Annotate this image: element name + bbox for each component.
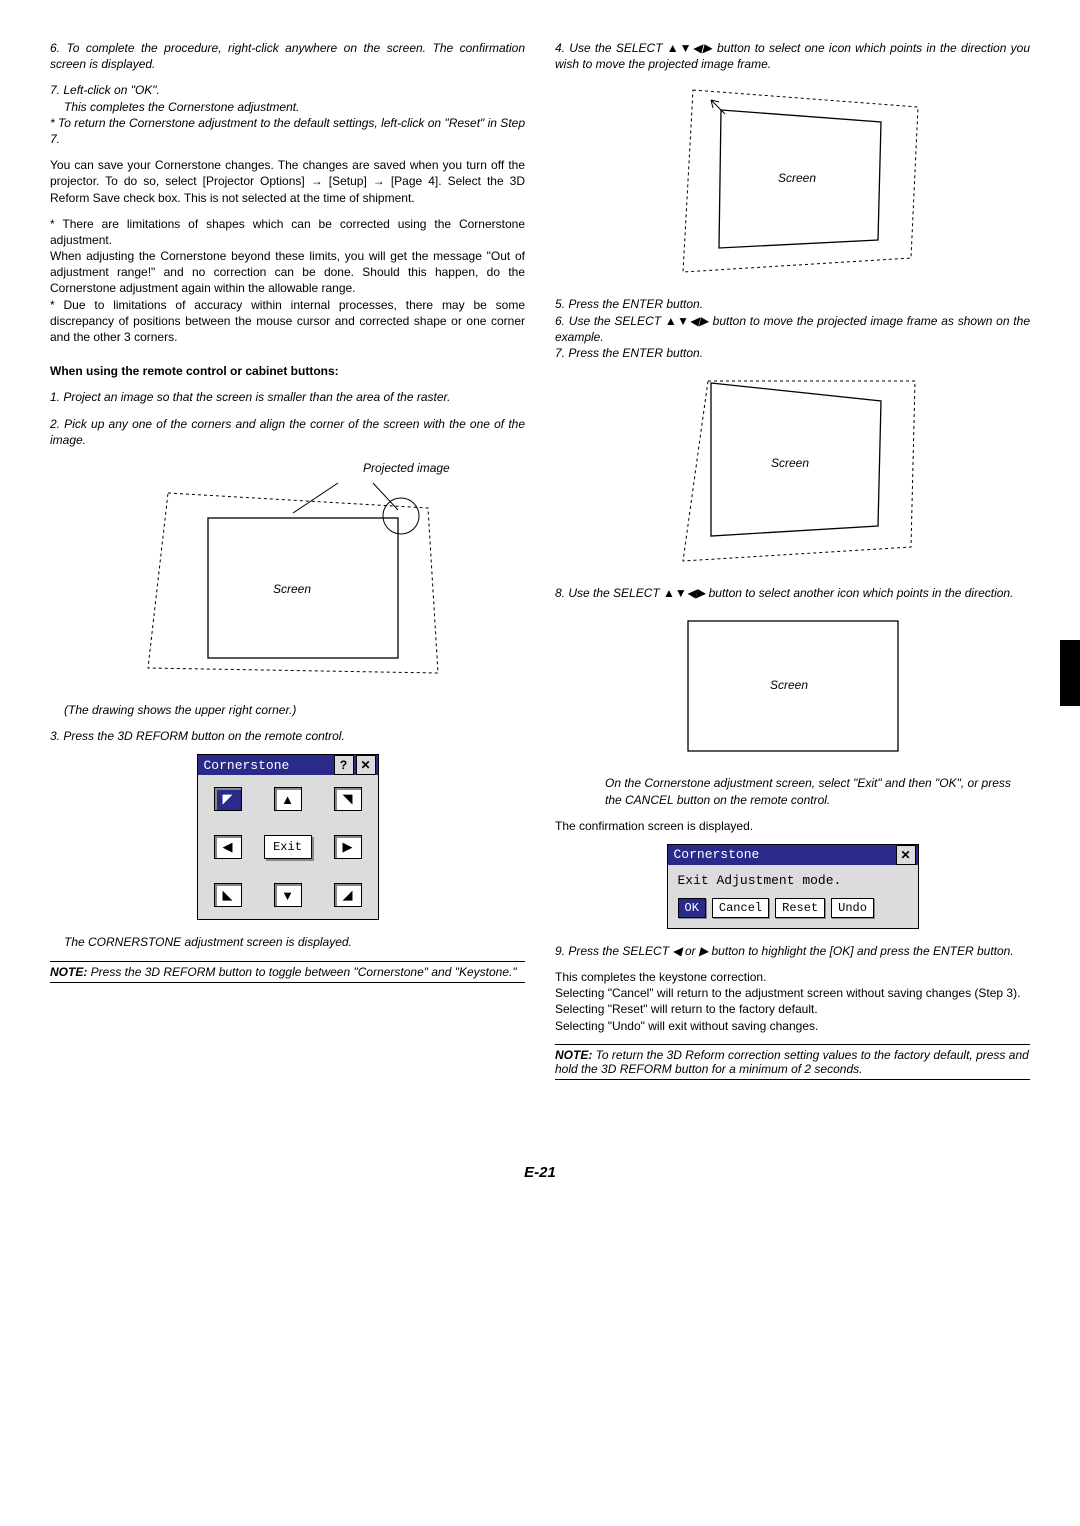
arrow-bottom[interactable]: ▼ <box>274 883 302 907</box>
remote-step-2: 2. Pick up any one of the corners and al… <box>50 416 525 448</box>
sel-undo: Selecting "Undo" will exit without savin… <box>555 1018 1030 1034</box>
osd-title-text: Cornerstone <box>198 756 334 775</box>
help-icon[interactable]: ? <box>334 755 354 775</box>
diagram-rect: Screen <box>555 611 1030 761</box>
screen-label: Screen <box>273 582 311 596</box>
remote-step-1: 1. Project an image so that the screen i… <box>50 389 525 405</box>
close-icon[interactable]: ✕ <box>356 755 376 775</box>
edge-tab <box>1060 640 1080 706</box>
arrow-top-right[interactable]: ◥ <box>334 787 362 811</box>
arrow-top-left[interactable]: ◤ <box>214 787 242 811</box>
step-6: 6. To complete the procedure, right-clic… <box>50 40 525 72</box>
arrow-left[interactable]: ◀ <box>214 835 242 859</box>
remote-step-3: 3. Press the 3D REFORM button on the rem… <box>50 728 525 744</box>
note-2-label: NOTE: <box>555 1048 592 1062</box>
step-9: 9. Press the SELECT ◀ or ▶ button to hig… <box>555 943 1030 959</box>
screen-label-r3: Screen <box>770 678 808 692</box>
drawing-caption: (The drawing shows the upper right corne… <box>50 702 525 718</box>
screen-label-r2: Screen <box>771 456 809 470</box>
page-number: E-21 <box>50 1164 1030 1181</box>
left-column: 6. To complete the procedure, right-clic… <box>50 40 525 1094</box>
limitation-1: * There are limitations of shapes which … <box>50 216 525 248</box>
step-5: 5. Press the ENTER button. <box>555 296 1030 312</box>
note-1: NOTE: Press the 3D REFORM button to togg… <box>50 961 525 983</box>
note-2-text: To return the 3D Reform correction setti… <box>555 1048 1029 1076</box>
undo-button[interactable]: Undo <box>831 898 874 918</box>
projected-image-diagram: Projected image Screen <box>50 458 525 688</box>
limitation-3: * Due to limitations of accuracy within … <box>50 297 525 346</box>
sel-reset: Selecting "Reset" will return to the fac… <box>555 1001 1030 1017</box>
screen-label-r1: Screen <box>778 171 816 185</box>
exit-dialog: Cornerstone ✕ Exit Adjustment mode. OK C… <box>555 844 1030 929</box>
step-4: 4. Use the SELECT ▲▼◀▶ button to select … <box>555 40 1030 72</box>
cancel-button[interactable]: Cancel <box>712 898 769 918</box>
note-label: NOTE: <box>50 965 87 979</box>
arrow-right[interactable]: ▶ <box>334 835 362 859</box>
remote-heading: When using the remote control or cabinet… <box>50 363 525 379</box>
arrow-bottom-right[interactable]: ◢ <box>334 883 362 907</box>
right-column: 4. Use the SELECT ▲▼◀▶ button to select … <box>555 40 1030 1094</box>
exit-button[interactable]: Exit <box>264 835 312 859</box>
arrow-top[interactable]: ▲ <box>274 787 302 811</box>
step-7b: This completes the Cornerstone adjustmen… <box>50 99 525 115</box>
osd2-message: Exit Adjustment mode. <box>678 873 908 888</box>
exit-advice: On the Cornerstone adjustment screen, se… <box>555 775 1030 807</box>
step-7c: * To return the Cornerstone adjustment t… <box>50 115 525 147</box>
diagram-trapezoid-2: Screen <box>555 371 1030 571</box>
step-7r: 7. Press the ENTER button. <box>555 345 1030 361</box>
note-1-text: Press the 3D REFORM button to toggle bet… <box>87 965 516 979</box>
osd-caption: The CORNERSTONE adjustment screen is dis… <box>50 934 525 950</box>
reset-button[interactable]: Reset <box>775 898 825 918</box>
osd2-close-icon[interactable]: ✕ <box>896 845 916 865</box>
note-2: NOTE: To return the 3D Reform correction… <box>555 1044 1030 1080</box>
done-text: This completes the keystone correction. <box>555 969 1030 985</box>
osd-titlebar: Cornerstone ? ✕ <box>198 755 378 775</box>
diagram-trapezoid-1: Screen <box>555 82 1030 282</box>
ok-button[interactable]: OK <box>678 898 706 918</box>
osd2-title-text: Cornerstone <box>668 845 896 864</box>
arrow-bottom-left[interactable]: ◣ <box>214 883 242 907</box>
confirmation-text: The confirmation screen is displayed. <box>555 818 1030 834</box>
sel-cancel: Selecting "Cancel" will return to the ad… <box>555 985 1030 1001</box>
cornerstone-osd: Cornerstone ? ✕ ◤ ▲ ◥ ◀ Exit ▶ ◣ ▼ ◢ <box>50 754 525 920</box>
limitation-2: When adjusting the Cornerstone beyond th… <box>50 248 525 297</box>
two-column-layout: 6. To complete the procedure, right-clic… <box>50 40 1030 1094</box>
step-8: 8. Use the SELECT ▲▼◀▶ button to select … <box>555 585 1030 601</box>
projected-image-label: Projected image <box>363 461 450 475</box>
osd2-titlebar: Cornerstone ✕ <box>668 845 918 865</box>
save-note: You can save your Cornerstone changes. T… <box>50 157 525 206</box>
step-6r: 6. Use the SELECT ▲▼◀▶ button to move th… <box>555 313 1030 345</box>
step-7a: 7. Left-click on "OK". <box>50 82 525 98</box>
